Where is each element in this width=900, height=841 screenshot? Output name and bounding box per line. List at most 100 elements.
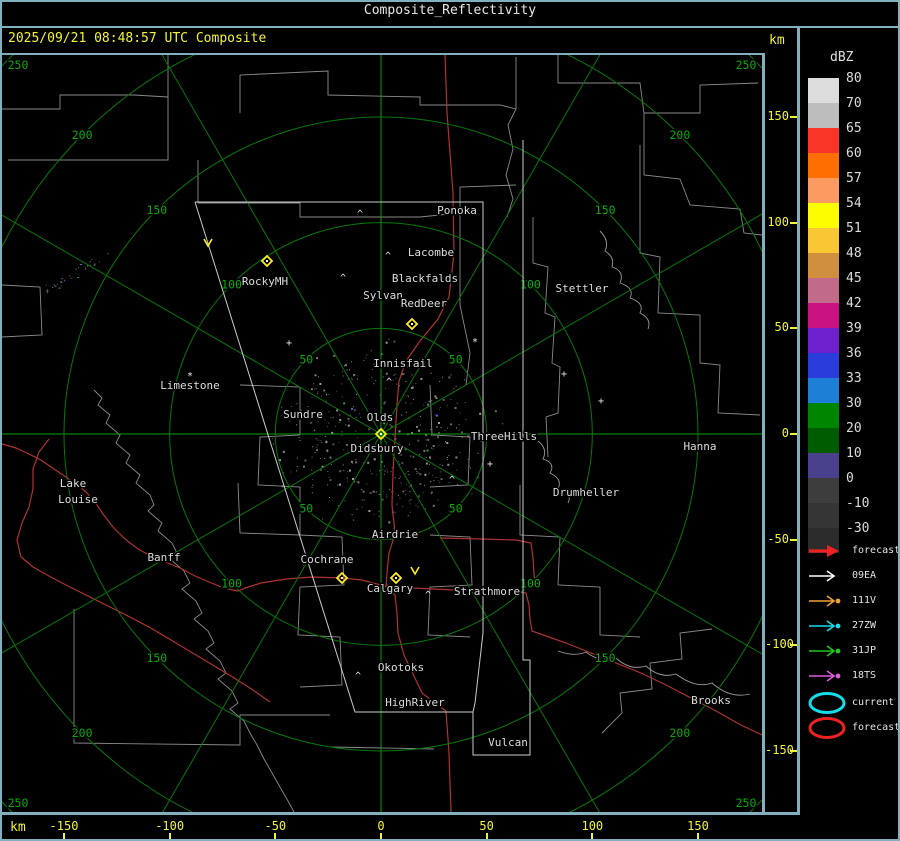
- colorbar-swatch: [808, 203, 839, 228]
- weather-echo-dot: [419, 424, 421, 426]
- map-right-border: [762, 53, 765, 815]
- weather-echo-dot: [424, 473, 427, 476]
- weather-echo-dot: [391, 467, 393, 469]
- weather-echo-dot: [407, 515, 409, 517]
- weather-echo-dot: [296, 403, 298, 405]
- colorbar-value: 42: [846, 296, 862, 311]
- weather-echo-dot: [395, 377, 397, 379]
- radar-map-canvas[interactable]: 50 5050 50100 100100 100150 150150 150200 20020…: [2, 53, 762, 812]
- ring-distance-label: 50: [299, 352, 313, 366]
- weather-echo-dot: [342, 375, 344, 377]
- weather-echo-dot: [396, 383, 398, 385]
- weather-echo-dot: [399, 497, 401, 499]
- arrow-head: [827, 545, 839, 557]
- ring-distance-label: 50: [299, 502, 313, 516]
- ring-distance-label: 100: [221, 278, 242, 292]
- weather-echo-dot: [382, 376, 384, 378]
- weather-echo-dot: [370, 350, 372, 352]
- weather-echo-dot: [439, 381, 441, 382]
- weather-echo-dot: [389, 424, 391, 426]
- weather-echo-dot: [363, 359, 365, 361]
- county-boundary: [73, 609, 330, 746]
- ellipse: [808, 717, 846, 739]
- weather-echo-dot: [435, 477, 437, 478]
- weather-echo-dot: [437, 480, 439, 482]
- weather-echo-dot: [471, 493, 473, 495]
- weather-echo-dot: [445, 441, 446, 443]
- radar-map-panel: 50 50 50 50 100 100 100 100 150 150 150 150 200 200 20…: [2, 53, 762, 812]
- colorbar-value: 51: [846, 221, 862, 236]
- weather-echo-dot: [417, 495, 420, 498]
- weather-echo-dot: [302, 465, 305, 468]
- weather-echo-dot: [384, 401, 386, 403]
- weather-echo-dot: [384, 470, 386, 472]
- weather-echo-dot: [430, 481, 432, 483]
- weather-echo-dot: [355, 461, 358, 464]
- colorbar-swatch: [808, 328, 839, 353]
- city-label: Banff: [147, 551, 180, 564]
- weather-echo-dot: [440, 427, 442, 429]
- weather-echo-dot: [446, 405, 448, 407]
- weather-echo-dot: [425, 508, 426, 510]
- map-bottom-border: [0, 812, 800, 815]
- weather-echo-dot: [470, 467, 472, 469]
- weather-echo-dot: [328, 411, 330, 413]
- weather-echo-dot: [304, 459, 307, 462]
- colorbar-unit-label: dBZ: [830, 50, 854, 65]
- echo-streak-dot: [52, 286, 54, 288]
- weather-echo-dot: [347, 481, 348, 483]
- weather-echo-dot: [290, 406, 292, 407]
- city-label: Louise: [58, 493, 98, 506]
- weather-echo-dot: [464, 402, 466, 404]
- weather-echo-dot: [458, 424, 460, 426]
- radar-site-center-dot: [380, 433, 382, 435]
- weather-echo-dot: [382, 469, 384, 471]
- map-marker: *: [187, 371, 193, 382]
- city-label: Calgary: [367, 582, 414, 595]
- weather-echo-dot: [338, 442, 340, 444]
- right-axis-tick-mark: [790, 433, 797, 435]
- weather-echo-dot: [406, 395, 408, 397]
- legend-label: 09EA: [852, 570, 877, 581]
- weather-echo-dot: [405, 402, 407, 404]
- ring-distance-label: 150: [595, 203, 616, 217]
- weather-echo-dot: [455, 385, 457, 387]
- right-axis-tick-mark: [790, 327, 797, 330]
- weather-echo-dot: [345, 424, 347, 426]
- colorbar-swatch: [808, 403, 839, 428]
- city-label: RockyMH: [242, 275, 288, 288]
- weather-echo-dot: [350, 377, 352, 379]
- weather-echo-dot: [324, 419, 326, 421]
- bottom-axis-tick-label: -100: [155, 819, 185, 833]
- map-marker: ^: [355, 671, 361, 682]
- weather-echo-dot: [417, 506, 419, 508]
- weather-echo-dot: [437, 499, 439, 501]
- weather-echo-dot: [332, 416, 334, 418]
- weather-echo-dot: [456, 402, 458, 404]
- weather-echo-dot: [325, 395, 327, 397]
- echo-streak-dot: [61, 278, 63, 279]
- river-line: [557, 650, 751, 696]
- weather-echo-dot: [455, 456, 458, 459]
- city-label: Brooks: [691, 694, 731, 707]
- weather-echo-dot: [437, 436, 439, 439]
- weather-echo-dot: [365, 357, 367, 359]
- weather-echo-dot: [432, 445, 435, 447]
- weather-echo-dot: [430, 491, 433, 494]
- weather-echo-dot: [319, 457, 321, 459]
- weather-echo-dot: [343, 469, 345, 471]
- weather-echo-dot: [453, 388, 455, 390]
- weather-echo-dot: [329, 456, 332, 459]
- legend-row: 111V: [806, 593, 876, 613]
- echo-streak-dot: [89, 261, 91, 263]
- weather-echo-dot: [355, 459, 357, 461]
- ring-distance-label: 200: [669, 726, 690, 740]
- weather-echo-dot: [396, 503, 398, 505]
- weather-echo-dot: [412, 374, 414, 376]
- weather-echo-dot: [385, 341, 388, 344]
- colorbar-value: 48: [846, 246, 862, 261]
- weather-echo-dot: [425, 439, 427, 441]
- weather-echo-dot: [280, 415, 282, 417]
- colorbar-value: 20: [846, 421, 862, 436]
- weather-echo-dot: [402, 490, 405, 493]
